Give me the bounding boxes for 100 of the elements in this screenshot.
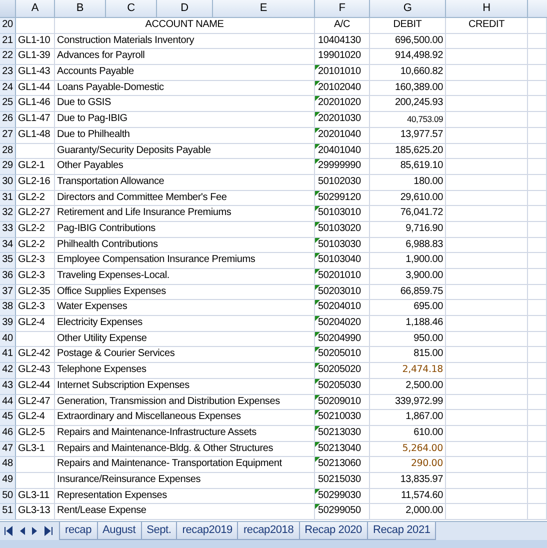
row-header[interactable]: 41	[0, 347, 16, 364]
row-header[interactable]: 51	[0, 504, 16, 520]
table-cell: 85,619.10	[370, 159, 446, 175]
table-cell: GL2-2	[16, 222, 55, 238]
table-cell: GL2-3	[16, 253, 55, 269]
row-header[interactable]: 25	[0, 96, 16, 112]
empty-cell	[528, 504, 547, 520]
table-cell: 610.00	[370, 426, 446, 442]
row-header[interactable]: 39	[0, 316, 16, 332]
table-cell: Transportation Allowance	[55, 174, 315, 191]
table-cell: Electricity Expenses	[55, 316, 315, 332]
table-cell: 13,977.57	[370, 128, 446, 144]
next-sheet-icon[interactable]	[31, 526, 39, 536]
empty-cell	[528, 378, 547, 394]
row-header[interactable]: 36	[0, 269, 16, 285]
sheet-tab[interactable]: August	[96, 522, 142, 540]
row-header[interactable]: 50	[0, 488, 16, 504]
column-header[interactable]: F	[315, 0, 370, 18]
column-header[interactable]: C	[106, 0, 157, 18]
row-header[interactable]: 24	[0, 80, 16, 96]
row-header[interactable]: 22	[0, 49, 16, 66]
sheet-tab[interactable]: recap	[59, 522, 98, 540]
row-header[interactable]: 33	[0, 222, 16, 238]
sheet-tab[interactable]: recap2019	[176, 522, 238, 540]
row-header[interactable]: 32	[0, 206, 16, 222]
row-header[interactable]: 20	[0, 18, 16, 34]
empty-cell	[528, 332, 547, 348]
row-header[interactable]: 45	[0, 410, 16, 426]
table-cell: 20201040	[315, 128, 370, 144]
table-cell: Traveling Expenses-Local.	[55, 269, 315, 285]
row-header[interactable]: 48	[0, 457, 16, 473]
previous-sheet-icon[interactable]	[18, 526, 26, 536]
row-header[interactable]: 26	[0, 112, 16, 128]
table-cell: 50205020	[315, 363, 370, 379]
table-cell: 815.00	[370, 347, 446, 364]
table-cell: GL1-48	[16, 128, 55, 144]
table-cell: GL2-5	[16, 426, 55, 442]
table-cell: Employee Compensation Insurance Premiums	[55, 253, 315, 269]
first-sheet-icon[interactable]	[3, 526, 13, 536]
row-header[interactable]: 44	[0, 394, 16, 410]
row-header[interactable]: 38	[0, 300, 16, 316]
row-header[interactable]: 42	[0, 363, 16, 379]
table-cell: GL3-1	[16, 442, 55, 458]
sheet-tab[interactable]: Recap 2021	[366, 522, 436, 540]
column-header[interactable]: G	[370, 0, 446, 18]
column-header[interactable]: A	[16, 0, 55, 18]
table-cell: Repairs and Maintenance- Transportation Equipment	[55, 457, 315, 473]
last-sheet-icon[interactable]	[44, 526, 54, 536]
row-header[interactable]: 46	[0, 426, 16, 442]
table-cell: Due to GSIS	[55, 96, 315, 112]
row-header[interactable]: 49	[0, 472, 16, 489]
column-header[interactable]: H	[446, 0, 528, 18]
sheet-tab[interactable]: Recap 2020	[298, 522, 368, 540]
table-cell: 1,867.00	[370, 410, 446, 426]
table-cell: Due to Philhealth	[55, 128, 315, 144]
table-cell: Internet Subscription Expenses	[55, 378, 315, 394]
row-header[interactable]: 34	[0, 238, 16, 254]
empty-cell	[528, 65, 547, 81]
table-cell: GL2-47	[16, 394, 55, 410]
column-header[interactable]: D	[157, 0, 213, 18]
table-cell: Loans Payable-Domestic	[55, 80, 315, 96]
row-header[interactable]: 40	[0, 332, 16, 348]
row-header[interactable]: 37	[0, 284, 16, 300]
table-cell: 696,500.00	[370, 34, 446, 50]
table-cell: 200,245.93	[370, 96, 446, 112]
row-header[interactable]: 47	[0, 442, 16, 458]
table-cell: GL2-4	[16, 410, 55, 426]
table-cell: Other Payables	[55, 159, 315, 175]
table-cell: 29999990	[315, 159, 370, 175]
table-cell: 1,188.46	[370, 316, 446, 332]
table-cell: Postage & Courier Services	[55, 347, 315, 364]
table-cell: GL1-43	[16, 65, 55, 81]
row-header[interactable]: 28	[0, 144, 16, 160]
row-header[interactable]: 21	[0, 34, 16, 50]
table-cell: Due to Pag-IBIG	[55, 112, 315, 128]
table-cell: 290.00	[370, 457, 446, 473]
table-cell: GL2-1	[16, 159, 55, 175]
sheet-tab[interactable]: recap2018	[237, 522, 300, 540]
column-header[interactable]: E	[213, 0, 315, 18]
empty-cell	[528, 316, 547, 332]
row-header[interactable]: 23	[0, 65, 16, 81]
table-cell: Representation Expenses	[55, 488, 315, 504]
column-header[interactable]: B	[55, 0, 106, 18]
row-header[interactable]: 27	[0, 128, 16, 144]
table-cell: 2,000.00	[370, 504, 446, 520]
row-header[interactable]: 43	[0, 378, 16, 394]
table-cell: 180.00	[370, 174, 446, 191]
table-cell: 40,753.09	[370, 112, 446, 128]
table-cell: GL1-39	[16, 49, 55, 66]
table-cell: 50102030	[315, 174, 370, 191]
row-header[interactable]: 31	[0, 190, 16, 206]
empty-cell	[528, 457, 547, 473]
table-cell: 50213060	[315, 457, 370, 473]
row-header[interactable]: 29	[0, 159, 16, 175]
row-header[interactable]: 35	[0, 253, 16, 269]
empty-cell	[528, 472, 547, 489]
table-cell: 185,625.20	[370, 144, 446, 160]
sheet-tab[interactable]: Sept.	[140, 522, 178, 540]
table-cell: Generation, Transmission and Distribution Expenses	[55, 394, 315, 410]
row-header[interactable]: 30	[0, 174, 16, 191]
